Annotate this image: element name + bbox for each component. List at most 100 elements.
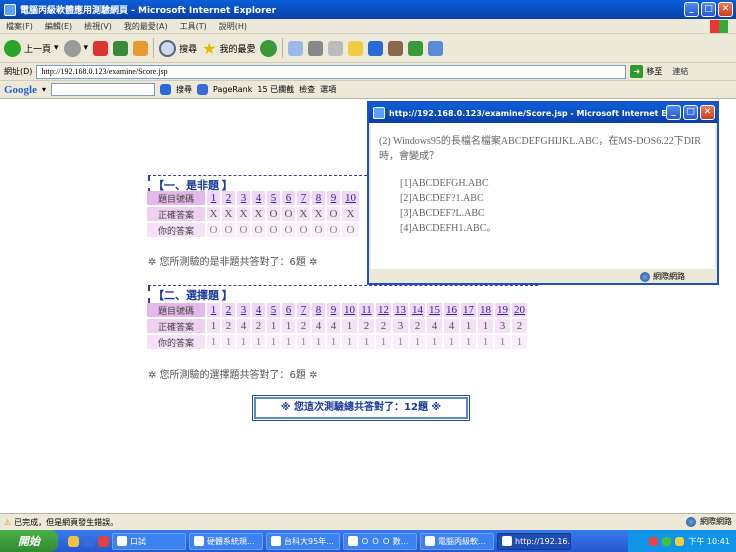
question-link[interactable]: 17	[461, 303, 476, 317]
popup-blocked-button[interactable]: 15 已攔截	[257, 84, 294, 95]
question-link[interactable]: 6	[282, 303, 295, 317]
research-icon[interactable]	[368, 40, 384, 56]
google-logo[interactable]: Google	[4, 84, 37, 96]
standard-toolbar: 上一頁 ▾ ▾ 搜尋 ★ 我的最愛	[0, 34, 736, 63]
google-g-icon	[160, 84, 172, 95]
question-link[interactable]: 9	[327, 303, 340, 317]
question-link[interactable]: 16	[444, 303, 459, 317]
question-link[interactable]: 3	[237, 191, 250, 205]
go-arrow-icon: ➜	[630, 65, 644, 78]
warning-icon[interactable]: ⚠	[4, 518, 11, 527]
question-link[interactable]: 1	[207, 191, 220, 205]
start-button[interactable]: 開始	[0, 530, 58, 552]
search-button[interactable]: 搜尋	[159, 39, 197, 57]
refresh-icon[interactable]	[113, 40, 129, 56]
question-link[interactable]: 11	[359, 303, 374, 317]
question-link[interactable]: 8	[312, 303, 325, 317]
question-link[interactable]: 9	[327, 191, 340, 205]
back-button[interactable]: 上一頁 ▾	[4, 39, 59, 57]
popup-minimize-button[interactable]: _	[666, 105, 681, 120]
question-link[interactable]: 2	[222, 191, 235, 205]
window-title-bar[interactable]: 電腦丙級軟體應用測驗網頁 - Microsoft Internet Explor…	[0, 0, 736, 19]
menu-favorites[interactable]: 我的最愛(A)	[124, 21, 168, 32]
menu-file[interactable]: 檔案(F)	[6, 21, 33, 32]
question-link[interactable]: 15	[427, 303, 442, 317]
address-bar: 網址(D) http://192.168.0.123/examine/Score…	[0, 63, 736, 81]
quicklaunch-folder-icon[interactable]	[68, 535, 79, 547]
question-link[interactable]: 10	[342, 303, 357, 317]
tray-icon[interactable]	[662, 536, 672, 546]
messenger-icon[interactable]	[388, 40, 404, 56]
question-link[interactable]: 8	[312, 191, 325, 205]
taskbar-item[interactable]: 硬體系統規...	[189, 532, 263, 550]
taskbar-item-active[interactable]: http://192.16...	[497, 532, 571, 550]
taskbar-item[interactable]: Ｏ Ｏ Ｏ 數...	[343, 532, 417, 550]
quicklaunch-ie-icon[interactable]	[83, 535, 94, 547]
question-link[interactable]: 7	[297, 303, 310, 317]
question-link[interactable]: 7	[297, 191, 310, 205]
question-link[interactable]: 5	[267, 191, 280, 205]
windows-logo-icon	[710, 20, 728, 33]
question-link[interactable]: 2	[222, 303, 235, 317]
choice-table: 題目號碼 1 2 3 4 5 6 7 8 9 10 11 12 13 14 15…	[145, 301, 529, 351]
options-button[interactable]: 選項	[320, 84, 336, 95]
question-link[interactable]: 19	[495, 303, 510, 317]
question-link[interactable]: 13	[393, 303, 408, 317]
print-icon[interactable]	[308, 40, 324, 56]
choice-summary: ✲ 您所測驗的選擇題共答對了：6題 ✲	[148, 370, 318, 381]
menu-view[interactable]: 檢視(V)	[84, 21, 112, 32]
taskbar-item[interactable]: 電腦丙級軟...	[420, 532, 494, 550]
popup-status-bar: 網際網路	[371, 270, 715, 283]
popup-close-button[interactable]: ✕	[700, 105, 715, 120]
tray-icon[interactable]	[675, 536, 685, 546]
question-link[interactable]: 4	[252, 303, 265, 317]
forward-button[interactable]: ▾	[63, 39, 88, 57]
question-link[interactable]: 10	[342, 191, 359, 205]
go-button[interactable]: ➜ 移至	[630, 65, 662, 78]
clock[interactable]: 下午 10:41	[688, 536, 730, 547]
menu-help[interactable]: 說明(H)	[219, 21, 247, 32]
question-link[interactable]: 1	[207, 303, 220, 317]
tray-icon[interactable]	[649, 536, 659, 546]
close-button[interactable]: ✕	[718, 2, 733, 17]
question-link[interactable]: 14	[410, 303, 425, 317]
truefalse-table: 題目號碼 1 2 3 4 5 6 7 8 9 10 正確答案 X X X X O…	[145, 189, 361, 239]
mail-icon[interactable]	[288, 40, 304, 56]
history-icon[interactable]	[260, 39, 278, 57]
check-button[interactable]: 檢查	[299, 84, 315, 95]
home-icon[interactable]	[133, 40, 149, 56]
maximize-button[interactable]: □	[701, 2, 716, 17]
stop-icon[interactable]	[93, 40, 109, 56]
popup-title-bar[interactable]: http://192.168.0.123/examine/Score.jsp -…	[369, 103, 717, 123]
google-search-input[interactable]	[51, 83, 156, 96]
users-icon[interactable]	[428, 40, 444, 56]
question-link[interactable]: 4	[252, 191, 265, 205]
popup-maximize-button[interactable]: □	[683, 105, 698, 120]
google-search-button[interactable]: 搜尋	[176, 84, 192, 95]
forward-arrow-icon	[63, 39, 81, 57]
taskbar-item[interactable]: 口試	[112, 532, 186, 550]
question-popup-window[interactable]: http://192.168.0.123/examine/Score.jsp -…	[367, 101, 719, 285]
favorites-button[interactable]: ★ 我的最愛	[202, 39, 255, 58]
back-arrow-icon	[4, 39, 21, 57]
question-link[interactable]: 18	[478, 303, 493, 317]
google-toolbar: Google ▾ 搜尋 PageRank 15 已攔截 檢查 選項	[0, 81, 736, 99]
choice-correct-row: 正確答案 1 2 4 2 1 1 2 4 4 1 2 2 3 2 4 4 1 1…	[147, 319, 527, 333]
minimize-button[interactable]: _	[684, 2, 699, 17]
menu-edit[interactable]: 編輯(E)	[45, 21, 72, 32]
address-input[interactable]: http://192.168.0.123/examine/Score.jsp	[36, 64, 627, 79]
menu-tools[interactable]: 工具(T)	[180, 21, 207, 32]
pagerank-label[interactable]: PageRank	[213, 85, 252, 94]
links-button[interactable]: 連結	[672, 66, 688, 77]
discuss-icon[interactable]	[348, 40, 364, 56]
edit-icon[interactable]	[328, 40, 344, 56]
question-link[interactable]: 12	[376, 303, 391, 317]
quicklaunch-media-icon[interactable]	[98, 535, 109, 547]
question-link[interactable]: 6	[282, 191, 295, 205]
frog-icon[interactable]	[408, 40, 424, 56]
question-link[interactable]: 20	[512, 303, 527, 317]
taskbar-item[interactable]: 台科大95年...	[266, 532, 340, 550]
google-news-icon[interactable]	[197, 84, 209, 95]
question-link[interactable]: 5	[267, 303, 280, 317]
question-link[interactable]: 3	[237, 303, 250, 317]
